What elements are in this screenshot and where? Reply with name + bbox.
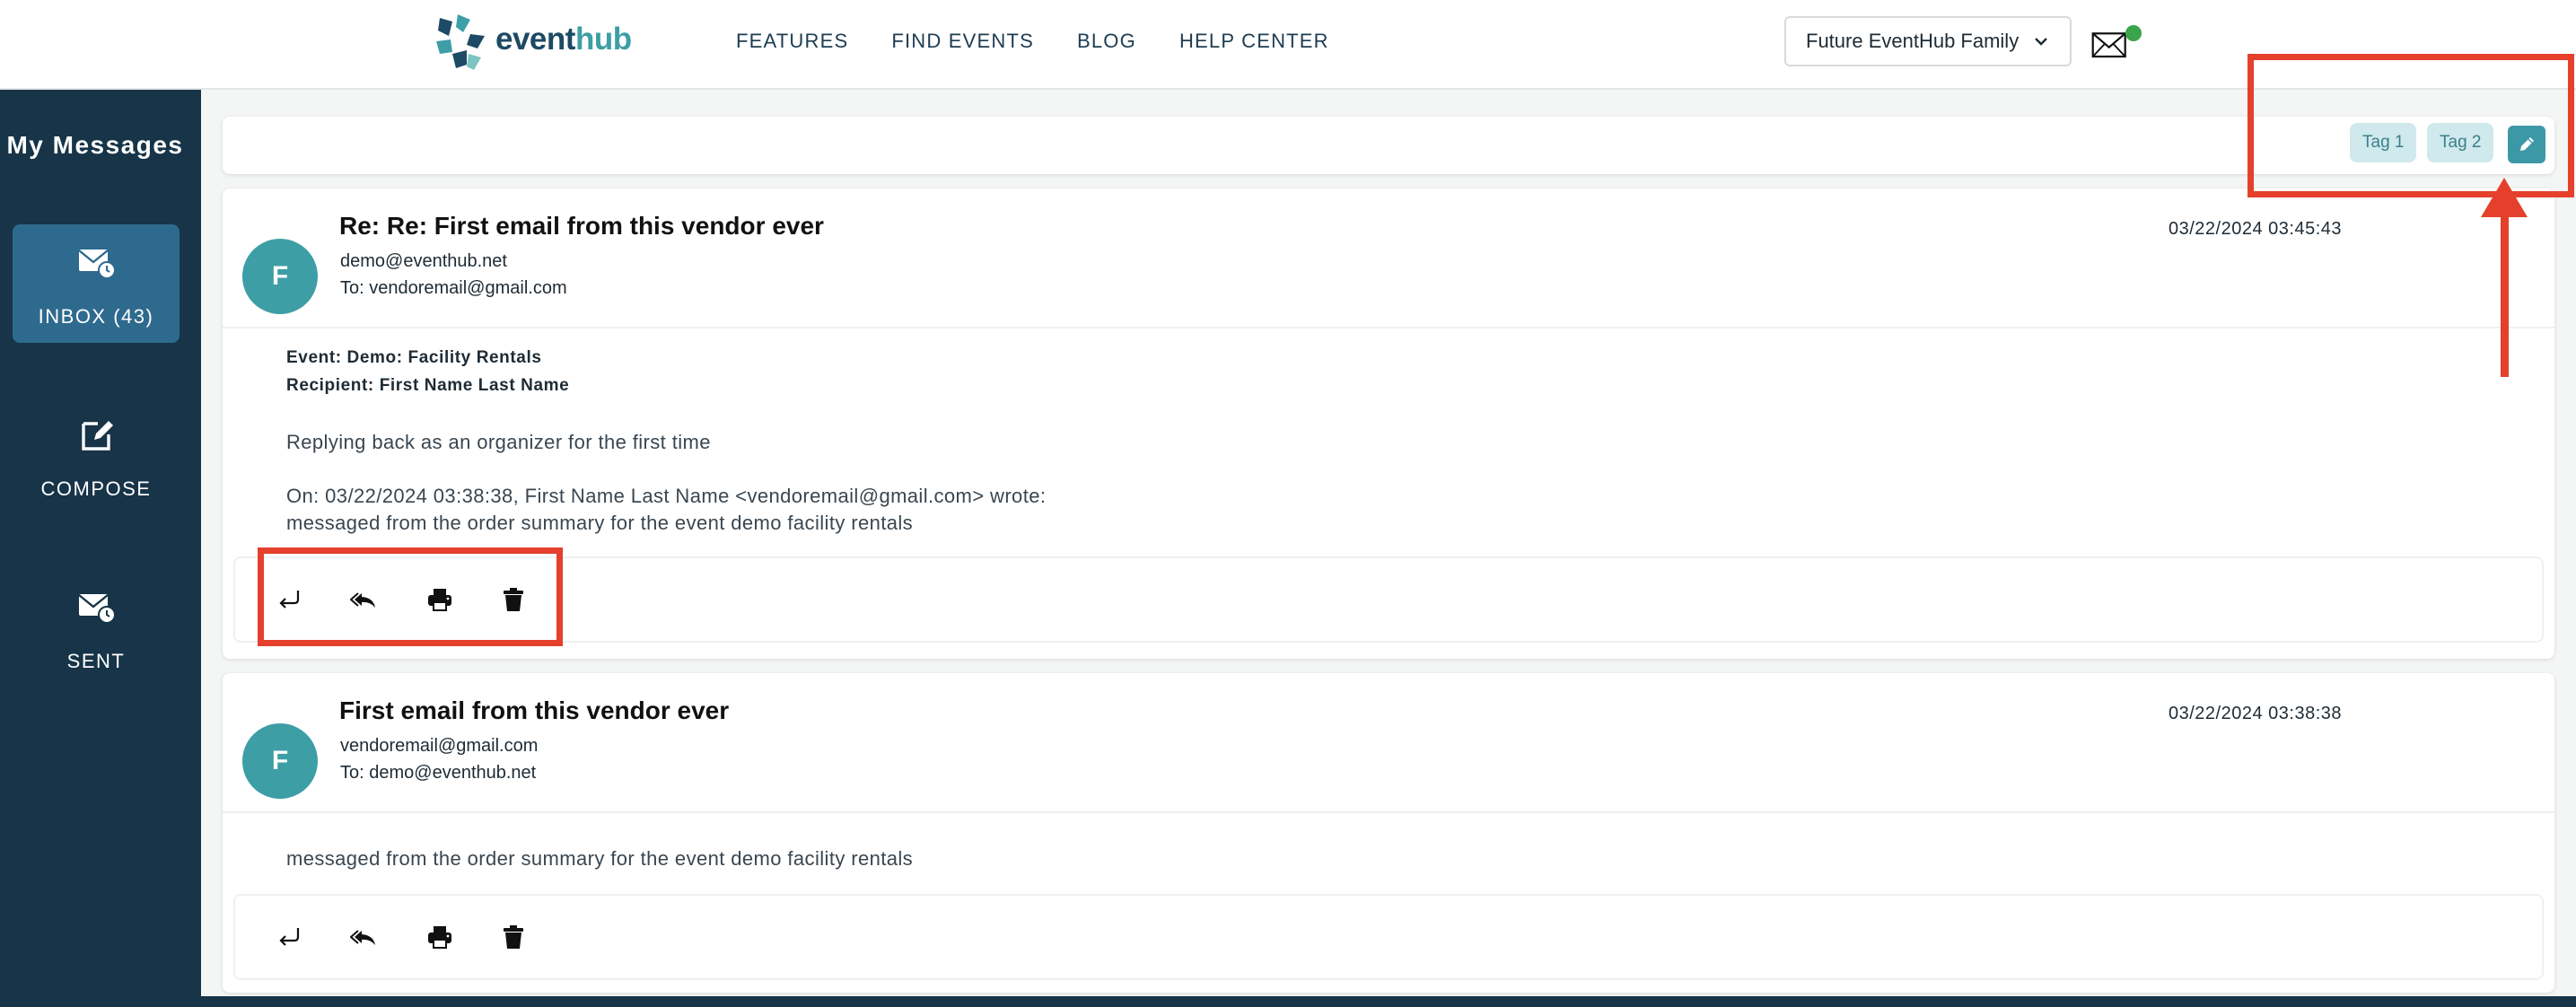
sidebar: My Messages INBOX (43) COMPOSE SENT — [0, 90, 201, 1007]
nav-features[interactable]: FEATURES — [736, 30, 848, 53]
message-card: F First email from this vendor ever vend… — [223, 673, 2554, 993]
eventhub-logo[interactable]: eventhub — [431, 11, 646, 75]
print-button[interactable] — [425, 923, 454, 951]
trash-icon — [504, 925, 523, 949]
account-select-value: Future EventHub Family — [1806, 30, 2020, 52]
message-body-line: Replying back as an organizer for the fi… — [286, 431, 711, 453]
message-to: To: vendoremail@gmail.com — [340, 278, 567, 298]
inbox-icon — [78, 250, 116, 279]
divider — [223, 811, 2554, 813]
chevron-down-icon — [2035, 38, 2047, 46]
message-body-line: On: 03/22/2024 03:38:38, First Name Last… — [286, 485, 1047, 507]
message-date: 03/22/2024 03:38:38 — [2169, 704, 2343, 723]
message-subject: Re: Re: First email from this vendor eve… — [339, 212, 824, 240]
sidebar-item-sent[interactable]: SENT — [13, 569, 180, 687]
message-actions — [233, 556, 2544, 643]
message-recipient: Recipient: First Name Last Name — [286, 376, 570, 395]
bottom-edge-bar — [201, 996, 2576, 1007]
main-nav: FEATURES FIND EVENTS BLOG HELP CENTER — [736, 0, 1372, 83]
eventhub-logo-mark-icon — [436, 14, 485, 70]
logo-text: eventhub — [495, 22, 632, 57]
delete-button[interactable] — [499, 923, 528, 951]
sidebar-title: My Messages — [6, 131, 184, 159]
message-date: 03/22/2024 03:45:43 — [2169, 219, 2343, 239]
nav-find-events[interactable]: FIND EVENTS — [891, 30, 1034, 53]
reply-all-icon — [349, 930, 375, 945]
sidebar-item-label: INBOX (43) — [38, 305, 154, 328]
sidebar-item-label: SENT — [66, 650, 126, 672]
notifications-mail-button[interactable] — [2091, 23, 2142, 63]
avatar: F — [242, 239, 318, 314]
message-body-line: messaged from the order summary for the … — [286, 512, 914, 534]
message-actions — [233, 894, 2544, 980]
annotation-highlight-box — [258, 547, 563, 646]
message-event: Event: Demo: Facility Rentals — [286, 348, 542, 367]
message-card: F Re: Re: First email from this vendor e… — [223, 188, 2554, 659]
divider — [223, 327, 2554, 328]
message-body-line: messaged from the order summary for the … — [286, 847, 914, 870]
message-subject: First email from this vendor ever — [339, 696, 730, 724]
annotation-arrow-icon — [2481, 178, 2528, 377]
sidebar-item-inbox[interactable]: INBOX (43) — [13, 224, 180, 343]
message-to: To: demo@eventhub.net — [340, 763, 537, 783]
account-select[interactable]: Future EventHub Family — [1784, 16, 2072, 66]
notification-dot — [2125, 25, 2142, 41]
compose-icon — [82, 421, 113, 451]
message-from: vendoremail@gmail.com — [340, 736, 539, 756]
avatar: F — [242, 723, 318, 799]
tag-bar — [223, 117, 2554, 174]
print-icon — [428, 926, 451, 949]
reply-button[interactable] — [275, 923, 303, 951]
reply-all-button[interactable] — [349, 923, 379, 951]
sent-icon — [78, 594, 116, 624]
reply-icon — [279, 928, 300, 946]
message-from: demo@eventhub.net — [340, 251, 507, 271]
top-navigation-bar: eventhub FEATURES FIND EVENTS BLOG HELP … — [0, 0, 2576, 90]
nav-blog[interactable]: BLOG — [1077, 30, 1136, 53]
sidebar-item-label: COMPOSE — [40, 477, 152, 500]
nav-help-center[interactable]: HELP CENTER — [1179, 30, 1329, 53]
sidebar-item-compose[interactable]: COMPOSE — [13, 397, 180, 515]
annotation-highlight-box — [2247, 54, 2574, 197]
